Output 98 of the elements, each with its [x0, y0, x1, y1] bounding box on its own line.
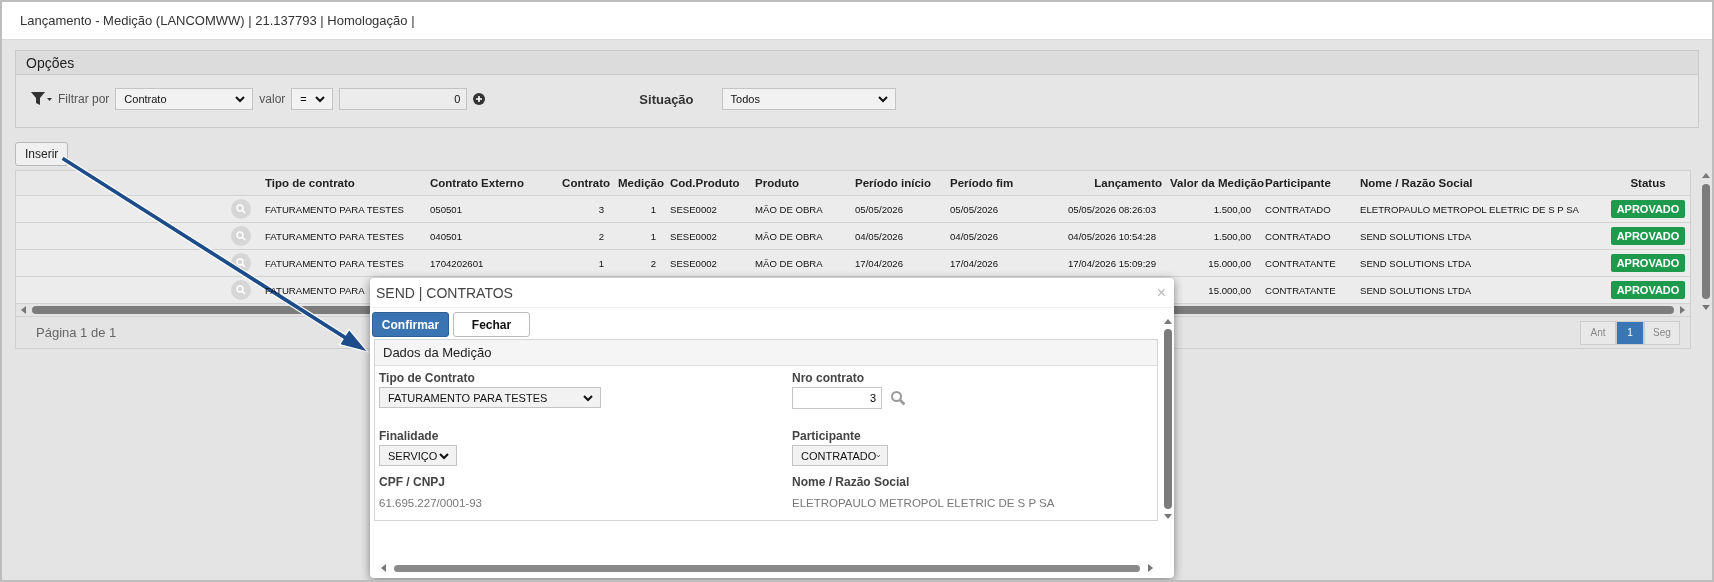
- field-label: Nro contrato: [792, 371, 865, 385]
- field-label: Nome / Razão Social: [792, 475, 911, 489]
- table-cell: 04/05/2026 10:54:28: [1067, 230, 1156, 242]
- table-cell: MÃO DE OBRA: [755, 203, 823, 215]
- filter-icon[interactable]: [30, 91, 52, 107]
- table-cell: SESE0002: [670, 257, 717, 269]
- table-cell: 15.000,00: [1208, 257, 1251, 269]
- status-dropdown[interactable]: Todos: [721, 88, 896, 110]
- filter-label: Filtrar por: [58, 92, 110, 106]
- status-badge: APROVADO: [1610, 281, 1686, 299]
- column-header[interactable]: Nome / Razão Social: [1356, 177, 1606, 189]
- column-header[interactable]: Medição: [614, 177, 666, 189]
- column-header[interactable]: Status: [1606, 177, 1690, 189]
- column-header[interactable]: Produto: [751, 177, 851, 189]
- field-label: CPF / CNPJ: [379, 475, 446, 489]
- table-cell: CONTRATADO: [1265, 203, 1331, 215]
- table-cell: 1: [650, 203, 656, 215]
- table-cell: 3: [598, 203, 604, 215]
- window-title: Lançamento - Medição (LANCOMWW) | 21.137793 | Homologação |: [20, 13, 415, 28]
- add-icon[interactable]: [473, 93, 486, 105]
- field-value: ELETROPAULO METROPOL ELETRIC DE S P SA: [792, 497, 1056, 509]
- chevron-down-icon: [234, 93, 247, 105]
- table-cell: FATURAMENTO PARA TESTES: [265, 203, 404, 215]
- table-cell: 040501: [430, 230, 462, 242]
- table-cell: ELETROPAULO METROPOL ELETRIC DE S P SA: [1360, 203, 1579, 215]
- scroll-down-icon[interactable]: [1701, 303, 1710, 311]
- chevron-down-icon: [314, 93, 327, 105]
- dropdown[interactable]: FATURAMENTO PARA TESTES: [379, 387, 601, 408]
- table-cell: MÃO DE OBRA: [755, 257, 823, 269]
- column-header[interactable]: Tipo de contrato: [261, 177, 426, 189]
- scroll-up-icon[interactable]: [1164, 318, 1172, 326]
- field-label: Participante: [792, 429, 862, 443]
- table-cell: 1: [598, 257, 604, 269]
- scroll-right-icon[interactable]: [1678, 306, 1686, 314]
- column-header[interactable]: Período início: [851, 177, 946, 189]
- table-cell: 04/05/2026: [855, 230, 903, 242]
- table-cell: 05/05/2026 08:26:03: [1067, 203, 1156, 215]
- table-cell: 2: [598, 230, 604, 242]
- dropdown[interactable]: CONTRATADO: [792, 445, 888, 466]
- scroll-left-icon[interactable]: [20, 306, 28, 314]
- panel-title: Opções: [26, 54, 75, 71]
- table-cell: SEND SOLUTIONS LTDA: [1360, 230, 1472, 242]
- input-field[interactable]: 3: [792, 387, 882, 409]
- field-label: Tipo de Contrato: [379, 371, 476, 385]
- confirm-button[interactable]: Confirmar: [372, 312, 449, 337]
- table-cell: 050501: [430, 203, 462, 215]
- column-header[interactable]: Cod.Produto: [666, 177, 751, 189]
- page-button[interactable]: 1: [1616, 320, 1644, 345]
- table-cell: 15.000,00: [1208, 284, 1251, 296]
- table-cell: MÃO DE OBRA: [755, 230, 823, 242]
- table-cell: SESE0002: [670, 230, 717, 242]
- scroll-right-icon[interactable]: [1146, 564, 1154, 572]
- scrollbar-thumb[interactable]: [1701, 184, 1710, 299]
- status-badge: APROVADO: [1610, 200, 1686, 218]
- table-cell: 04/05/2026: [950, 230, 998, 242]
- table-cell: SEND SOLUTIONS LTDA: [1360, 284, 1472, 296]
- table-cell: 1704202601: [430, 257, 484, 269]
- close-dialog-button[interactable]: Fechar: [453, 312, 530, 337]
- table-cell: SESE0002: [670, 203, 717, 215]
- column-header[interactable]: Lançamento: [1036, 177, 1166, 189]
- table-cell: CONTRATADO: [1265, 230, 1331, 242]
- value-input[interactable]: 0: [339, 88, 468, 110]
- table-cell: SEND SOLUTIONS LTDA: [1360, 257, 1472, 269]
- chevron-down-icon: [876, 93, 889, 105]
- page-info: Página 1 de 1: [36, 325, 117, 340]
- scroll-left-icon[interactable]: [380, 564, 388, 572]
- table-cell: 17/04/2026: [855, 257, 903, 269]
- scrollbar-thumb[interactable]: [1164, 329, 1172, 509]
- table-cell: 1.500,00: [1213, 203, 1251, 215]
- section-header: Dados da Medição: [375, 340, 1157, 366]
- dialog-title: SEND | CONTRATOS: [376, 284, 513, 301]
- scroll-down-icon[interactable]: [1164, 512, 1172, 520]
- operator-dropdown[interactable]: =: [291, 88, 334, 110]
- dropdown[interactable]: SERVIÇO: [379, 445, 457, 466]
- status-badge: APROVADO: [1610, 227, 1686, 245]
- table-cell: 17/04/2026 15:09:29: [1067, 257, 1156, 269]
- table-cell: 1: [650, 230, 656, 242]
- table-cell: 05/05/2026: [855, 203, 903, 215]
- table-cell: FATURAMENTO PARA TESTES: [265, 230, 404, 242]
- insert-button[interactable]: Inserir: [15, 142, 69, 166]
- status-label: Situação: [639, 91, 694, 107]
- table-cell: CONTRATANTE: [1265, 257, 1336, 269]
- column-header[interactable]: Contrato Externo: [426, 177, 546, 189]
- column-header[interactable]: Período fim: [946, 177, 1036, 189]
- table-cell: FATURAMENTO PARA TESTES: [265, 257, 404, 269]
- scroll-up-icon[interactable]: [1701, 172, 1710, 180]
- table-cell: 05/05/2026: [950, 203, 998, 215]
- filter-dropdown[interactable]: Contrato: [115, 88, 254, 110]
- table-cell: CONTRATANTE: [1265, 284, 1336, 296]
- table-cell: 1.500,00: [1213, 230, 1251, 242]
- scrollbar-thumb[interactable]: [394, 564, 1140, 572]
- status-badge: APROVADO: [1610, 254, 1686, 272]
- field-value: 61.695.227/0001-93: [379, 497, 483, 509]
- table-cell: 17/04/2026: [950, 257, 998, 269]
- field-label: Finalidade: [379, 429, 440, 443]
- table-cell: 2: [650, 257, 656, 269]
- column-header[interactable]: Contrato: [546, 177, 614, 189]
- value-label: valor: [259, 92, 286, 106]
